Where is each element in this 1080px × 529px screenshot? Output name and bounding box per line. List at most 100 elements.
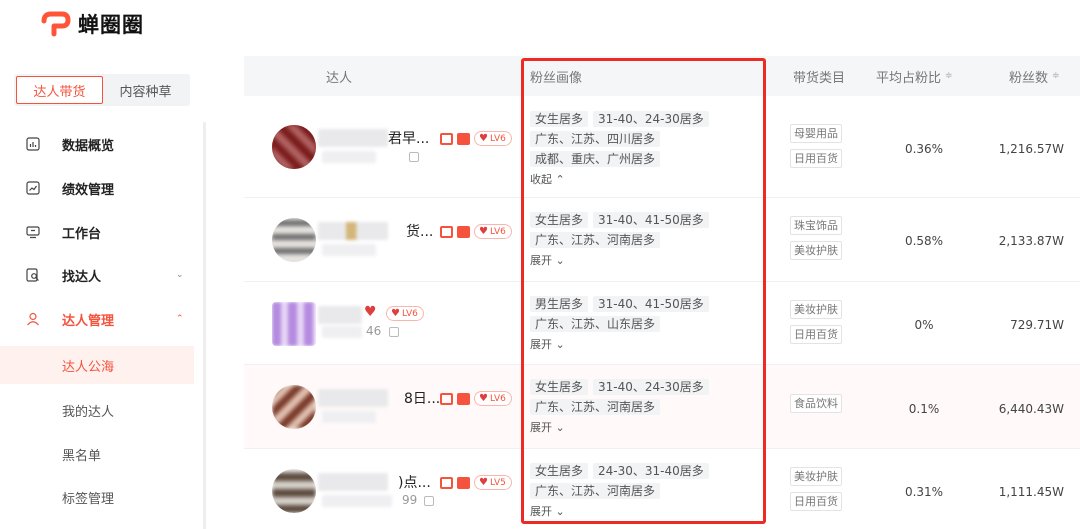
store-icon bbox=[440, 226, 453, 238]
menu-item-workbench[interactable]: 工作台 bbox=[0, 212, 200, 252]
expand-toggle[interactable]: 展开 ⌄ bbox=[530, 252, 709, 268]
portrait-tag: 31-40、41-50居多 bbox=[593, 212, 709, 228]
diamond-heart-icon: ♥ bbox=[479, 226, 488, 237]
menu-label: 找达人 bbox=[62, 269, 102, 285]
diamond-heart-icon: ♥ bbox=[391, 308, 400, 319]
category-tags: 珠宝饰品 美妆护肤 bbox=[790, 216, 842, 266]
category-tag: 日用百货 bbox=[790, 325, 842, 344]
col-header-category: 带货类目 bbox=[793, 70, 846, 86]
search-doc-icon bbox=[26, 268, 39, 282]
fans-portrait: 女生居多 24-30、31-40居多 广东、江苏、河南居多 展开 ⌄ bbox=[530, 463, 709, 519]
menu-item-find-creators[interactable]: 找达人 ⌄ bbox=[0, 255, 200, 295]
portrait-tag: 成都、重庆、广州居多 bbox=[530, 151, 661, 167]
col-header-avg-ratio[interactable]: 平均占粉比 ≑ bbox=[876, 56, 953, 96]
submenu-creator-pool[interactable]: 达人公海 bbox=[0, 346, 194, 384]
submenu-label: 我的达人 bbox=[62, 404, 115, 420]
creator-avatar[interactable] bbox=[272, 385, 316, 429]
creator-avatar[interactable] bbox=[272, 469, 316, 513]
chart-board-icon bbox=[26, 137, 40, 151]
expand-toggle[interactable]: 展开 ⌄ bbox=[530, 336, 709, 352]
diamond-heart-icon: ♥ bbox=[479, 393, 488, 404]
category-tags: 美妆护肤 日用百货 bbox=[790, 300, 842, 350]
sidebar-scrollbar[interactable] bbox=[203, 122, 206, 529]
col-header-fans[interactable]: 粉丝数 ≑ bbox=[1009, 56, 1060, 96]
submenu-tag-management[interactable]: 标签管理 bbox=[0, 478, 194, 516]
creator-avatar[interactable] bbox=[272, 302, 316, 346]
portrait-tag: 31-40、24-30居多 bbox=[593, 379, 709, 395]
level-badge: ♥ LV6 bbox=[474, 224, 512, 239]
expand-toggle[interactable]: 展开 ⌄ bbox=[530, 419, 709, 435]
portrait-tag: 31-40、41-50居多 bbox=[593, 296, 709, 312]
brand-name: 蝉圈圈 bbox=[78, 13, 144, 37]
creator-id: 99 bbox=[402, 493, 418, 507]
chevron-down-icon: ⌄ bbox=[176, 270, 184, 280]
creator-id-redacted bbox=[322, 495, 392, 507]
copy-icon[interactable] bbox=[409, 152, 419, 162]
table-header: 达人 粉丝画像 带货类目 平均占粉比 ≑ 粉丝数 ≑ bbox=[244, 56, 1080, 96]
sort-icon: ≑ bbox=[1052, 71, 1060, 81]
category-tags: 美妆护肤 日用百货 bbox=[790, 467, 842, 517]
submenu-label: 黑名单 bbox=[62, 448, 102, 464]
fans-count: 729.71W bbox=[1010, 318, 1064, 332]
submenu-my-creators[interactable]: 我的达人 bbox=[0, 391, 194, 429]
portrait-tag: 广东、江苏、河南居多 bbox=[530, 399, 661, 415]
creator-id-redacted bbox=[322, 151, 376, 163]
table-row[interactable]: 8日... ♥ LV6 女生居多 31-40、24-30居多 广东、江苏、河南居多 … bbox=[244, 365, 1080, 449]
person-icon bbox=[27, 312, 39, 326]
portrait-tag: 女生居多 bbox=[530, 379, 589, 395]
creator-name[interactable]: 君早... bbox=[388, 128, 429, 148]
level-badge: ♥ LV6 bbox=[474, 391, 512, 406]
menu-label: 数据概览 bbox=[62, 138, 115, 154]
tab-creator-sales[interactable]: 达人带货 bbox=[16, 76, 103, 104]
trend-line-icon bbox=[26, 181, 40, 195]
chanquanquan-logo-icon bbox=[41, 11, 71, 37]
category-tag: 母婴用品 bbox=[790, 124, 842, 143]
creator-name[interactable]: 8日... bbox=[404, 388, 440, 408]
menu-item-data-overview[interactable]: 数据概览 bbox=[0, 124, 200, 164]
store-icon bbox=[440, 133, 453, 145]
category-tag: 珠宝饰品 bbox=[790, 216, 842, 235]
table-row[interactable]: 君早... ♥ LV6 女生居多 31-40、24-30居多 广东、江苏、四川居多 … bbox=[244, 97, 1080, 198]
avg-fan-ratio: 0.1% bbox=[908, 402, 940, 416]
category-tags: 食品饮料 bbox=[790, 394, 842, 419]
submenu-blacklist[interactable]: 黑名单 bbox=[0, 435, 194, 473]
creator-id: 46 bbox=[366, 324, 382, 338]
creator-name-redacted bbox=[318, 222, 388, 240]
creator-id-redacted bbox=[322, 244, 376, 256]
creator-name-redacted bbox=[318, 473, 388, 491]
menu-label: 绩效管理 bbox=[62, 182, 115, 198]
creator-table: 达人 粉丝画像 带货类目 平均占粉比 ≑ 粉丝数 ≑ 君早... ♥ LV6 女生… bbox=[244, 56, 1080, 529]
table-row[interactable]: 货... ♥ LV6 女生居多 31-40、41-50居多 广东、江苏、河南居多 展… bbox=[244, 198, 1080, 282]
heart-icon: ♥ bbox=[364, 304, 377, 320]
creator-avatar[interactable] bbox=[272, 125, 316, 169]
table-row[interactable]: )点... ♥ LV5 99 女生居多 24-30、31-40居多 广东、江苏、河南… bbox=[244, 449, 1080, 529]
copy-icon[interactable] bbox=[389, 327, 399, 337]
table-row[interactable]: ♥ ♥ LV6 46 男生居多 31-40、41-50居多 广东、江苏、山东居多 展… bbox=[244, 282, 1080, 365]
creator-avatar[interactable] bbox=[272, 218, 316, 262]
menu-item-creator-management[interactable]: 达人管理 ⌃ bbox=[0, 299, 200, 339]
store-icon bbox=[440, 477, 453, 489]
fans-count: 6,440.43W bbox=[998, 402, 1064, 416]
fans-portrait: 女生居多 31-40、24-30居多 广东、江苏、四川居多 成都、重庆、广州居多 … bbox=[530, 111, 709, 187]
brand-logo[interactable]: 蝉圈圈 bbox=[40, 8, 144, 40]
tab-content-seeding[interactable]: 内容种草 bbox=[103, 76, 188, 104]
live-icon bbox=[457, 226, 470, 238]
menu-item-performance[interactable]: 绩效管理 bbox=[0, 168, 200, 208]
menu-label: 达人管理 bbox=[62, 313, 115, 329]
avg-fan-ratio: 0.36% bbox=[904, 142, 944, 156]
monitor-icon bbox=[26, 226, 40, 239]
expand-toggle[interactable]: 展开 ⌄ bbox=[530, 503, 709, 519]
submenu-label: 标签管理 bbox=[62, 491, 115, 507]
fans-count: 1,111.45W bbox=[998, 485, 1064, 499]
creator-name[interactable]: )点... bbox=[398, 472, 431, 492]
collapse-toggle[interactable]: 收起 ⌃ bbox=[530, 171, 709, 187]
creator-name[interactable]: 货... bbox=[406, 221, 433, 241]
portrait-tag: 24-30、31-40居多 bbox=[593, 463, 709, 479]
portrait-tag: 广东、江苏、河南居多 bbox=[530, 232, 661, 248]
col-header-label: 平均占粉比 bbox=[876, 70, 942, 86]
portrait-tag: 女生居多 bbox=[530, 111, 589, 127]
portrait-tag: 广东、江苏、四川居多 bbox=[530, 131, 661, 147]
sort-icon: ≑ bbox=[945, 71, 953, 81]
creator-name-redacted bbox=[318, 389, 388, 407]
copy-icon[interactable] bbox=[424, 496, 434, 506]
